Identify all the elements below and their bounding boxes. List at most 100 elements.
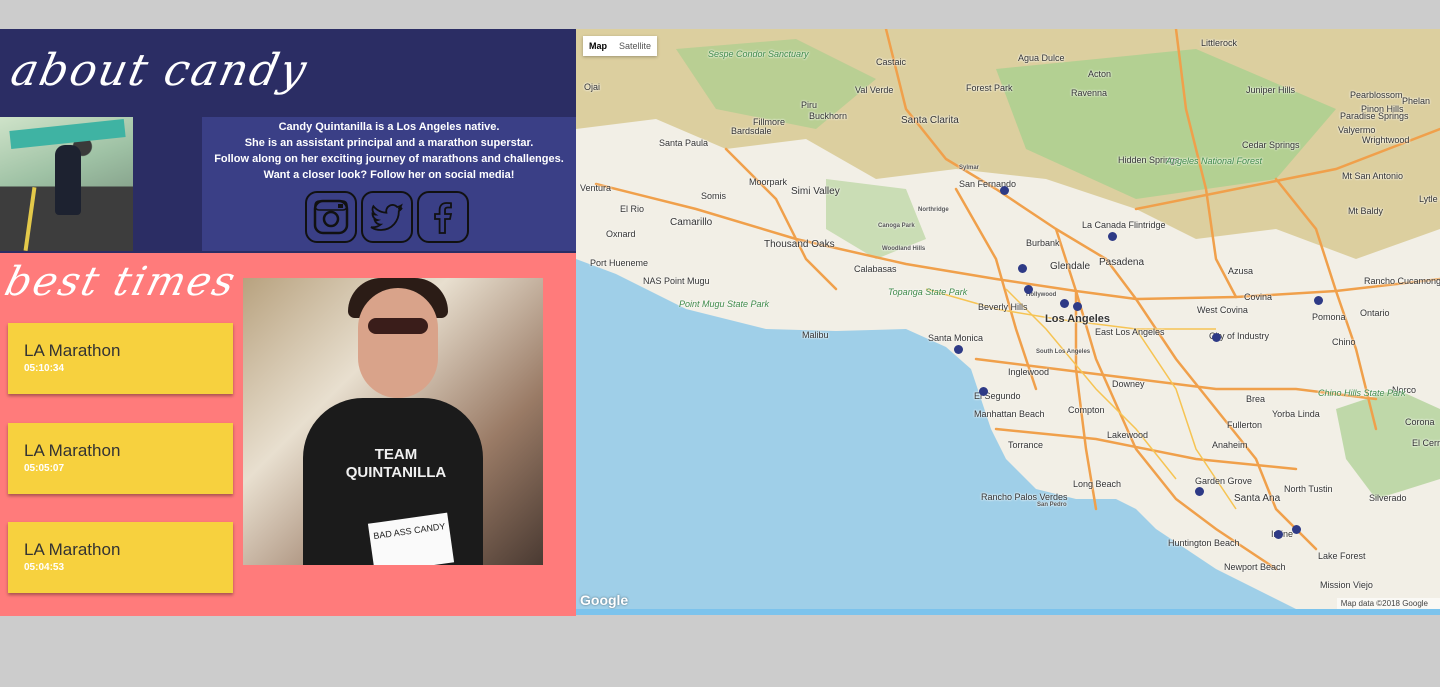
place-label: Forest Park xyxy=(966,83,1013,93)
race-location-marker[interactable] xyxy=(1274,530,1283,539)
map-type-control: Map Satellite xyxy=(583,36,658,56)
place-label: Burbank xyxy=(1026,238,1060,248)
place-label: Silverado xyxy=(1369,493,1407,503)
map-attribution: Map data ©2018 Google xyxy=(1336,598,1440,609)
race-location-marker[interactable] xyxy=(1000,186,1009,195)
race-location-marker[interactable] xyxy=(954,345,963,354)
bio-text: Candy Quintanilla is a Los Angeles nativ… xyxy=(202,119,576,183)
race-card: LA Marathon 05:05:07 xyxy=(8,423,233,494)
place-label: Lakewood xyxy=(1107,430,1149,440)
instagram-button[interactable] xyxy=(305,191,357,243)
place-label: Ontario xyxy=(1360,308,1390,318)
place-label: Huntington Beach xyxy=(1168,538,1240,548)
place-label: San Pedro xyxy=(1037,502,1067,508)
place-label: Malibu xyxy=(802,330,829,340)
place-label: Azusa xyxy=(1228,266,1254,276)
place-label: Wrightwood xyxy=(1362,135,1410,145)
place-label: Rancho Palos Verdes xyxy=(981,492,1068,502)
place-label: Garden Grove xyxy=(1195,476,1253,486)
race-location-marker[interactable] xyxy=(1212,333,1221,342)
race-time: 05:10:34 xyxy=(24,363,65,374)
place-label: Port Hueneme xyxy=(590,258,649,268)
place-label: Yorba Linda xyxy=(1272,409,1320,419)
place-label: Ventura xyxy=(580,183,612,193)
place-label: Manhattan Beach xyxy=(974,409,1045,419)
place-label: Pomona xyxy=(1312,312,1346,322)
left-panel: about candy Candy Quintanilla is a Los A… xyxy=(0,29,576,616)
place-label: Torrance xyxy=(1008,440,1044,450)
race-location-marker[interactable] xyxy=(1060,299,1069,308)
race-location-marker[interactable] xyxy=(1073,302,1082,311)
race-time: 05:05:07 xyxy=(24,463,65,474)
about-title: about candy xyxy=(6,45,313,96)
map-type-satellite[interactable]: Satellite xyxy=(613,36,657,56)
place-label: Buckhorn xyxy=(809,111,848,121)
place-label: Cedar Springs xyxy=(1242,140,1300,150)
twitter-icon xyxy=(370,203,403,231)
place-label: Los Angeles xyxy=(1045,313,1110,325)
place-label: Camarillo xyxy=(670,217,713,228)
place-label: Ojai xyxy=(584,82,601,92)
place-label: Glendale xyxy=(1050,261,1091,272)
map-type-map[interactable]: Map xyxy=(583,36,613,56)
place-label: Pearblossom xyxy=(1350,90,1403,100)
place-label: Mission Viejo xyxy=(1320,580,1373,590)
best-times-section: best times LA Marathon 05:10:34 LA Marat… xyxy=(0,253,576,616)
race-location-marker[interactable] xyxy=(979,387,988,396)
best-times-title: best times xyxy=(0,259,242,305)
about-section: about candy Candy Quintanilla is a Los A… xyxy=(0,29,576,253)
place-label: Somis xyxy=(701,191,727,201)
place-label: Woodland Hills xyxy=(882,246,926,252)
bio-box: Candy Quintanilla is a Los Angeles nativ… xyxy=(202,117,576,251)
place-label: Northridge xyxy=(918,207,949,213)
place-label: Topanga State Park xyxy=(888,287,968,297)
place-label: Beverly Hills xyxy=(978,302,1028,312)
place-label: Phelan xyxy=(1402,96,1431,106)
place-label: El Rio xyxy=(620,204,645,214)
place-label: East Los Angeles xyxy=(1095,327,1165,337)
place-label: Angeles National Forest xyxy=(1166,156,1263,166)
place-label: Mt San Antonio xyxy=(1342,171,1404,181)
place-label: Corona xyxy=(1405,417,1435,427)
race-time: 05:04:53 xyxy=(24,562,65,573)
race-location-marker[interactable] xyxy=(1108,232,1117,241)
place-label: Sespe Condor Sanctuary xyxy=(708,49,809,59)
race-location-marker[interactable] xyxy=(1195,487,1204,496)
place-label: Brea xyxy=(1246,394,1266,404)
place-label: Chino Hills State Park xyxy=(1318,388,1406,398)
race-card: LA Marathon 05:10:34 xyxy=(8,323,233,394)
place-label: NAS Point Mugu xyxy=(643,276,710,286)
place-label: Castaic xyxy=(876,57,907,67)
map-bottom-bar xyxy=(576,609,1440,615)
place-label: Compton xyxy=(1068,405,1105,415)
place-label: Val Verde xyxy=(855,85,894,95)
place-label: Lake Forest xyxy=(1318,551,1366,561)
place-label: Anaheim xyxy=(1212,440,1248,450)
place-label: Agua Dulce xyxy=(1018,53,1065,63)
instagram-icon xyxy=(313,199,349,235)
place-label: Canoga Park xyxy=(878,223,915,229)
place-label: Moorpark xyxy=(749,177,788,187)
twitter-button[interactable] xyxy=(361,191,413,243)
race-location-marker[interactable] xyxy=(1018,264,1027,273)
place-label: Valyermo xyxy=(1338,125,1376,135)
place-label: Downey xyxy=(1112,379,1145,389)
race-name: LA Marathon xyxy=(24,441,121,460)
facebook-button[interactable] xyxy=(417,191,469,243)
race-location-marker[interactable] xyxy=(1024,285,1033,294)
place-label: Santa Paula xyxy=(659,138,709,148)
race-name: LA Marathon xyxy=(24,540,121,559)
place-label: La Canada Flintridge xyxy=(1082,220,1166,230)
place-label: Mt Baldy xyxy=(1348,206,1384,216)
place-label: Santa Monica xyxy=(928,333,984,343)
place-label: Santa Ana xyxy=(1234,493,1281,504)
place-label: South Los Angeles xyxy=(1036,349,1091,355)
race-location-marker[interactable] xyxy=(1292,525,1301,534)
place-label: North Tustin xyxy=(1284,484,1333,494)
place-label: Newport Beach xyxy=(1224,562,1286,572)
place-label: Bardsdale xyxy=(731,126,772,136)
place-label: Rancho Cucamonga xyxy=(1364,276,1440,286)
race-location-marker[interactable] xyxy=(1314,296,1323,305)
place-label: Thousand Oaks xyxy=(764,239,835,250)
map[interactable]: Map Satellite Sespe Condor Sanctuary Cas… xyxy=(576,29,1440,615)
